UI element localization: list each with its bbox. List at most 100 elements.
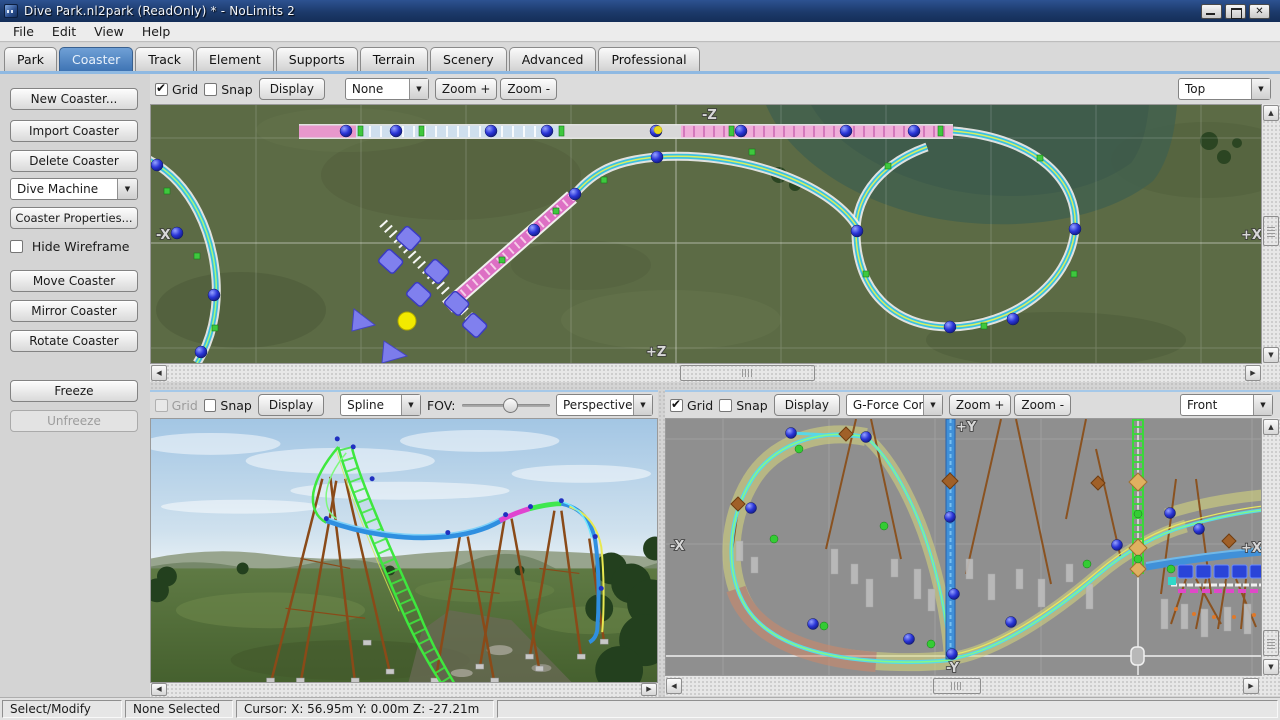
front-mode-select[interactable]: G-Force Combined ▼ <box>846 394 943 416</box>
perspective-view-select[interactable]: Perspective ▼ <box>556 394 653 416</box>
hscroll-thumb[interactable] <box>933 678 981 694</box>
axis-label-bottom: -Y <box>946 661 959 676</box>
scroll-down-icon[interactable]: ▼ <box>1263 659 1279 675</box>
vscroll-thumb[interactable] <box>1263 630 1279 656</box>
menu-file[interactable]: File <box>4 22 43 41</box>
menu-edit[interactable]: Edit <box>43 22 85 41</box>
fov-slider-thumb[interactable] <box>503 398 518 413</box>
move-coaster-button[interactable]: Move Coaster <box>10 270 138 292</box>
axis-label-top: +Y <box>956 420 977 435</box>
scroll-right-icon[interactable]: ▶ <box>1245 365 1261 381</box>
title-bar[interactable]: Dive Park.nl2park (ReadOnly) * - NoLimit… <box>0 0 1280 22</box>
front-snap-checkbox[interactable]: ✔ <box>719 399 732 412</box>
tab-park[interactable]: Park <box>4 47 57 71</box>
nolimits2-editor-window: Dive Park.nl2park (ReadOnly) * - NoLimit… <box>0 0 1280 720</box>
front-display-button[interactable]: Display <box>774 394 840 416</box>
scroll-up-icon[interactable]: ▲ <box>1263 105 1279 121</box>
chevron-down-icon[interactable]: ▼ <box>409 79 428 99</box>
minimize-button[interactable] <box>1201 4 1222 19</box>
coaster-select[interactable]: Dive Machine ▼ <box>10 178 138 200</box>
top-mode-select[interactable]: None ▼ <box>345 78 429 100</box>
rotate-coaster-button[interactable]: Rotate Coaster <box>10 330 138 352</box>
tab-terrain[interactable]: Terrain <box>360 47 428 71</box>
scroll-left-icon[interactable]: ◀ <box>666 678 682 694</box>
scroll-left-icon[interactable]: ◀ <box>151 683 167 696</box>
axis-label-bottom: +Z <box>646 345 666 360</box>
coaster-sidebar: New Coaster... Import Coaster Delete Coa… <box>0 74 150 697</box>
unfreeze-button[interactable]: Unfreeze <box>10 410 138 432</box>
front-zoom-out-button[interactable]: Zoom - <box>1014 394 1071 416</box>
mirror-coaster-button[interactable]: Mirror Coaster <box>10 300 138 322</box>
scroll-right-icon[interactable]: ▶ <box>1243 678 1259 694</box>
terrain-height-handle[interactable] <box>1131 647 1144 665</box>
main-tab-bar: Park Coaster Track Element Supports Terr… <box>0 43 1280 74</box>
axis-label-left: -X <box>156 228 170 243</box>
horizontal-splitter[interactable] <box>150 382 1280 390</box>
scroll-left-icon[interactable]: ◀ <box>151 365 167 381</box>
maximize-button[interactable] <box>1225 4 1246 19</box>
front-hscrollbar[interactable]: ◀ ▶ <box>665 676 1280 696</box>
tab-element[interactable]: Element <box>196 47 274 71</box>
freeze-button[interactable]: Freeze <box>10 380 138 402</box>
tab-supports[interactable]: Supports <box>276 47 358 71</box>
tab-scenery[interactable]: Scenery <box>430 47 507 71</box>
menu-view[interactable]: View <box>85 22 133 41</box>
front-zoom-in-button[interactable]: Zoom + <box>949 394 1011 416</box>
perspective-display-button[interactable]: Display <box>258 394 324 416</box>
top-view-vscrollbar[interactable]: ▲ ▼ <box>1262 104 1280 364</box>
front-view-canvas: +Y -Y -X +X <box>666 419 1262 676</box>
hscroll-thumb[interactable] <box>680 365 815 381</box>
scroll-right-icon[interactable]: ▶ <box>641 683 657 696</box>
top-viewport[interactable]: -Z +Z -X +X <box>150 104 1262 364</box>
close-button[interactable] <box>1249 4 1270 19</box>
front-viewport[interactable]: +Y -Y -X +X <box>665 418 1262 676</box>
perspective-hscrollbar[interactable]: ◀ ▶ <box>150 683 658 697</box>
chevron-down-icon[interactable]: ▼ <box>401 395 420 415</box>
status-empty <box>497 700 1278 718</box>
top-view-select[interactable]: Top ▼ <box>1178 78 1271 100</box>
tab-advanced[interactable]: Advanced <box>509 47 597 71</box>
top-snap-checkbox[interactable]: ✔ <box>204 83 217 96</box>
import-coaster-button[interactable]: Import Coaster <box>10 120 138 142</box>
tab-professional[interactable]: Professional <box>598 47 699 71</box>
top-zoom-out-button[interactable]: Zoom - <box>500 78 557 100</box>
perspective-mode-value: Spline <box>341 395 401 415</box>
chevron-down-icon[interactable]: ▼ <box>117 179 137 199</box>
tab-track[interactable]: Track <box>135 47 194 71</box>
scroll-up-icon[interactable]: ▲ <box>1263 419 1279 435</box>
top-grid-checkbox[interactable]: ✔ <box>155 83 168 96</box>
front-view-select[interactable]: Front ▼ <box>1180 394 1273 416</box>
chevron-down-icon[interactable]: ▼ <box>1251 79 1270 99</box>
front-grid-checkbox[interactable]: ✔ <box>670 399 683 412</box>
window-title: Dive Park.nl2park (ReadOnly) * - NoLimit… <box>24 4 295 18</box>
top-view-value: Top <box>1179 79 1251 99</box>
check-icon: ✔ <box>156 81 166 95</box>
top-view-hscrollbar[interactable]: ◀ ▶ <box>150 364 1280 382</box>
chevron-down-icon[interactable]: ▼ <box>633 395 652 415</box>
fov-slider[interactable] <box>462 396 550 414</box>
hide-wireframe-checkbox[interactable]: ✔ <box>10 240 23 253</box>
coaster-select-value: Dive Machine <box>11 179 117 199</box>
app-icon <box>4 4 18 18</box>
perspective-viewport[interactable] <box>150 418 658 683</box>
perspective-snap-checkbox[interactable]: ✔ <box>204 399 217 412</box>
perspective-grid-checkbox[interactable]: ✔ <box>155 399 168 412</box>
perspective-mode-select[interactable]: Spline ▼ <box>340 394 421 416</box>
chevron-down-icon[interactable]: ▼ <box>923 395 942 415</box>
front-grid-label: Grid <box>687 398 713 413</box>
menu-help[interactable]: Help <box>133 22 180 41</box>
new-coaster-button[interactable]: New Coaster... <box>10 88 138 110</box>
delete-coaster-button[interactable]: Delete Coaster <box>10 150 138 172</box>
top-grid-label: Grid <box>172 82 198 97</box>
front-vscrollbar[interactable]: ▲ ▼ <box>1262 418 1280 676</box>
top-zoom-in-button[interactable]: Zoom + <box>435 78 497 100</box>
top-display-button[interactable]: Display <box>259 78 325 100</box>
scroll-down-icon[interactable]: ▼ <box>1263 347 1279 363</box>
vertical-splitter[interactable] <box>658 390 665 697</box>
top-mode-value: None <box>346 79 409 99</box>
chevron-down-icon[interactable]: ▼ <box>1253 395 1272 415</box>
vscroll-thumb[interactable] <box>1263 216 1279 246</box>
coaster-properties-button[interactable]: Coaster Properties... <box>10 207 138 229</box>
axis-label-right: +X <box>1241 541 1262 556</box>
tab-coaster[interactable]: Coaster <box>59 47 133 71</box>
